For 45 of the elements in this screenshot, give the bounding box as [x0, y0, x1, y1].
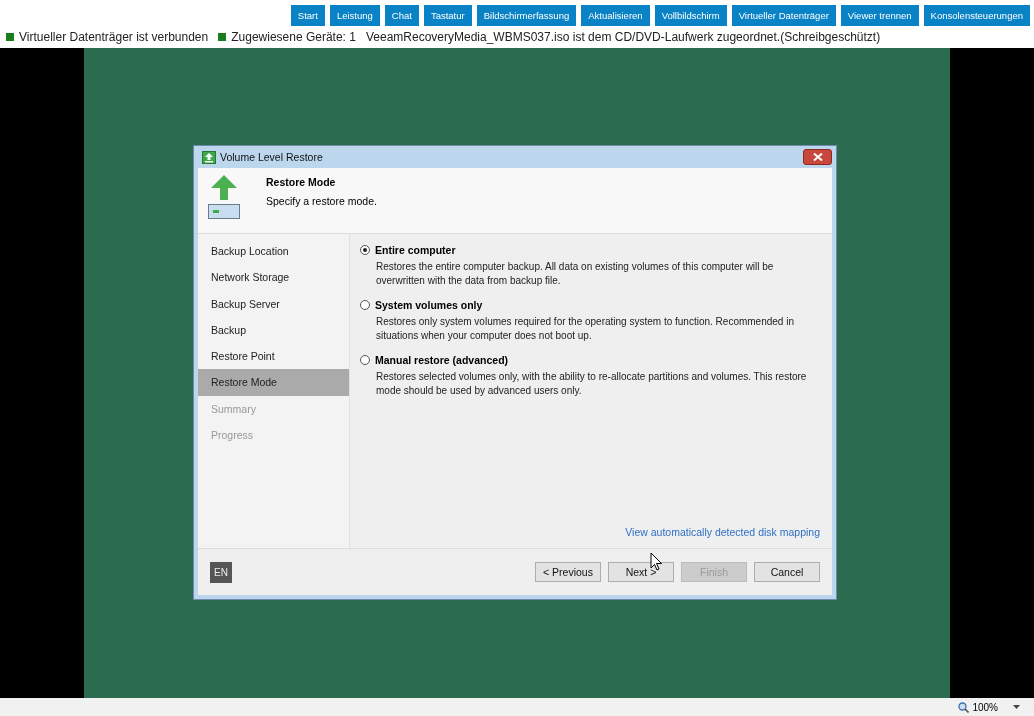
radio-button[interactable]	[360, 355, 370, 365]
window-title: Volume Level Restore	[220, 151, 323, 163]
toolbar-button[interactable]: Chat	[384, 5, 419, 26]
radio-option[interactable]: Manual restore (advanced)	[360, 354, 820, 366]
zoom-dropdown[interactable]	[1013, 705, 1020, 709]
step-item[interactable]: Network Storage	[198, 264, 349, 291]
header-subtitle: Specify a restore mode.	[266, 195, 377, 207]
close-icon	[812, 153, 823, 161]
step-item[interactable]: Restore Point	[198, 343, 349, 370]
step-item[interactable]: Backup Location	[198, 238, 349, 265]
toolbar-button[interactable]: Start	[290, 5, 325, 26]
toolbar-button[interactable]: Virtueller Datenträger	[731, 5, 836, 26]
option-description: Restores the entire computer backup. All data on existing volumes of this computer will be overwritten with the data from backup file.	[376, 260, 775, 287]
toolbar-button[interactable]: Vollbildschirm	[654, 5, 727, 26]
toolbar-button[interactable]: Konsolensteuerungen	[923, 5, 1030, 26]
status-text: Zugewiesene Geräte: 1	[231, 30, 356, 44]
mouse-pointer-icon	[650, 552, 663, 571]
dialog-button[interactable]: Cancel	[754, 562, 820, 582]
language-badge[interactable]: EN	[210, 561, 232, 583]
option-description: Restores only system volumes required for the operating system to function. Recommended in situations when your computer does not boot up.	[376, 315, 795, 342]
app-icon	[202, 150, 216, 164]
radio-option[interactable]: Entire computer	[360, 244, 820, 256]
header-title: Restore Mode	[266, 176, 337, 188]
radio-button[interactable]	[360, 245, 370, 255]
step-item[interactable]: Backup Server	[198, 290, 349, 317]
status-text: Virtueller Datenträger ist verbunden	[19, 30, 209, 44]
disk-mapping-link[interactable]: View automatically detected disk mapping	[625, 526, 820, 538]
toolbar-button[interactable]: Viewer trennen	[840, 5, 919, 26]
dialog-button[interactable]: Next >	[608, 562, 674, 582]
restore-upload-icon	[208, 174, 240, 220]
toolbar-button[interactable]: Aktualisieren	[581, 5, 650, 26]
radio-option[interactable]: System volumes only	[360, 299, 820, 311]
close-button[interactable]	[803, 149, 832, 165]
toolbar-button[interactable]: Leistung	[329, 5, 380, 26]
dialog-button[interactable]: < Previous	[535, 562, 601, 582]
radio-button[interactable]	[360, 300, 370, 310]
status-text: VeeamRecoveryMedia_WBMS037.iso ist dem CD/DVD-Laufwerk zugeordnet.(Schreibgeschützt)	[365, 30, 881, 44]
step-item[interactable]: Backup	[198, 316, 349, 344]
toolbar-button[interactable]: Tastatur	[423, 5, 472, 26]
caret-icon	[1013, 705, 1020, 709]
zoom-icon	[958, 701, 970, 713]
zoom-level: 100%	[972, 701, 998, 713]
option-description: Restores selected volumes only, with the ability to re-allocate partitions and volumes. This restore mode should be used by advanced users only.	[376, 370, 808, 397]
step-item[interactable]: Restore Mode	[198, 369, 349, 396]
toolbar-button[interactable]: Bildschirmerfassung	[476, 5, 577, 26]
